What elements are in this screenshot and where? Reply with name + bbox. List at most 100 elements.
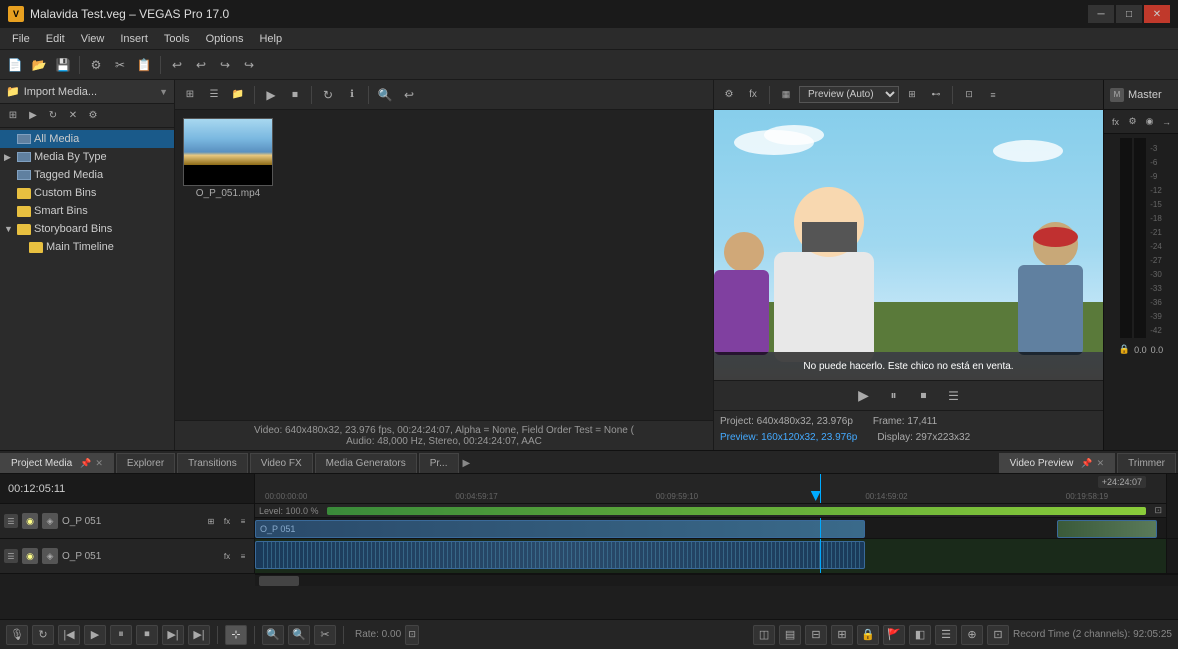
- audio-fx-btn[interactable]: ◈: [42, 548, 58, 564]
- media-props-btn[interactable]: ℹ: [341, 84, 363, 106]
- copy-button[interactable]: 📋: [133, 54, 155, 76]
- media-view-btn1[interactable]: ⊞: [179, 84, 201, 106]
- undo-button[interactable]: ↩: [166, 54, 188, 76]
- audio-expand-btn[interactable]: fx: [220, 549, 234, 563]
- save-button[interactable]: 💾: [52, 54, 74, 76]
- menu-edit[interactable]: Edit: [38, 31, 73, 47]
- trans-zoom-in-btn[interactable]: 🔍: [262, 625, 284, 645]
- video-level-bar[interactable]: [327, 507, 1147, 515]
- close-button[interactable]: ✕: [1144, 5, 1170, 23]
- preview-fx-btn[interactable]: fx: [742, 84, 764, 106]
- hscroll-thumb[interactable]: [259, 576, 299, 586]
- trans-rate-set-btn[interactable]: ⊡: [405, 625, 419, 645]
- trans-prev-btn[interactable]: |◀: [58, 625, 80, 645]
- audio-clip-main[interactable]: [255, 541, 865, 569]
- trans-loop-btn[interactable]: ↻: [32, 625, 54, 645]
- tab-pr[interactable]: Pr...: [419, 453, 459, 473]
- trans-btn-extra3[interactable]: ⊟: [805, 625, 827, 645]
- prev-stop-btn[interactable]: ⏹: [913, 385, 935, 407]
- tree-item-main-timeline[interactable]: Main Timeline: [0, 238, 174, 256]
- tab-video-preview[interactable]: Video Preview 📌 ✕: [999, 453, 1116, 473]
- audio-collapse-btn[interactable]: ☰: [4, 549, 18, 563]
- media-zoom-btn[interactable]: 🔍: [374, 84, 396, 106]
- maximize-button[interactable]: □: [1116, 5, 1142, 23]
- preview-ext-btn[interactable]: ⊡: [958, 84, 980, 106]
- tab-project-media-pin[interactable]: 📌: [80, 458, 91, 469]
- trans-cut-btn[interactable]: ✂: [314, 625, 336, 645]
- preview-grid-btn[interactable]: ⊞: [901, 84, 923, 106]
- trans-btn-extra6[interactable]: 🚩: [883, 625, 905, 645]
- audio-more-btn[interactable]: ≡: [236, 549, 250, 563]
- track-fx2-btn[interactable]: fx: [220, 514, 234, 528]
- trans-play-btn[interactable]: ▶: [84, 625, 106, 645]
- trans-btn-extra1[interactable]: ◫: [753, 625, 775, 645]
- prev-play-btn[interactable]: ▶: [853, 385, 875, 407]
- trans-mic-btn[interactable]: 🎙: [6, 625, 28, 645]
- media-new-bin[interactable]: 📁: [227, 84, 249, 106]
- prev-pause-btn[interactable]: ⏸: [883, 385, 905, 407]
- audio-scroll-right[interactable]: [1166, 539, 1178, 573]
- tab-video-preview-close[interactable]: ✕: [1097, 458, 1105, 469]
- preview-settings-btn[interactable]: ⚙: [718, 84, 740, 106]
- new-button[interactable]: 📄: [4, 54, 26, 76]
- track-scroll-right[interactable]: [1166, 504, 1178, 538]
- tab-project-media[interactable]: Project Media 📌 ✕: [0, 453, 114, 473]
- tree-item-custom-bins[interactable]: Custom Bins: [0, 184, 174, 202]
- trans-btn-extra7[interactable]: ◧: [909, 625, 931, 645]
- trans-btn-extra4[interactable]: ⊞: [831, 625, 853, 645]
- track-fx-btn[interactable]: ◈: [42, 513, 58, 529]
- media-undo-btn[interactable]: ↩: [398, 84, 420, 106]
- preview-snap-btn[interactable]: ⊷: [925, 84, 947, 106]
- timeline-vscroll[interactable]: [1166, 474, 1178, 504]
- menu-insert[interactable]: Insert: [112, 31, 156, 47]
- track-more-btn[interactable]: ≡: [236, 514, 250, 528]
- trans-pause-btn[interactable]: ⏸: [110, 625, 132, 645]
- trans-stop-btn[interactable]: ⏹: [136, 625, 158, 645]
- audio-composite-btn[interactable]: ◉: [22, 548, 38, 564]
- trans-btn-extra8[interactable]: ☰: [935, 625, 957, 645]
- video-clip-main[interactable]: O_P 051: [255, 520, 865, 538]
- trans-cursor-btn[interactable]: ⊹: [225, 625, 247, 645]
- media-tb-btn2[interactable]: ▶: [24, 107, 42, 125]
- timeline-hscroll[interactable]: [255, 574, 1178, 586]
- tab-trimmer[interactable]: Trimmer: [1117, 453, 1176, 473]
- menu-tools[interactable]: Tools: [156, 31, 198, 47]
- tab-video-fx[interactable]: Video FX: [250, 453, 313, 473]
- undo2-button[interactable]: ↩: [190, 54, 212, 76]
- menu-options[interactable]: Options: [198, 31, 252, 47]
- media-thumb-1[interactable]: O_P_051.mp4: [183, 118, 273, 199]
- preview-channel-btn[interactable]: ▦: [775, 84, 797, 106]
- media-stop-btn[interactable]: ⏹: [284, 84, 306, 106]
- trans-next-btn[interactable]: ▶|: [162, 625, 184, 645]
- track-expand-btn[interactable]: ⊞: [204, 514, 218, 528]
- master-fx-btn[interactable]: fx: [1108, 114, 1123, 130]
- open-button[interactable]: 📂: [28, 54, 50, 76]
- redo2-button[interactable]: ↪: [238, 54, 260, 76]
- trans-btn-extra10[interactable]: ⊡: [987, 625, 1009, 645]
- preview-more-btn[interactable]: ≡: [982, 84, 1004, 106]
- menu-view[interactable]: View: [73, 31, 113, 47]
- media-play-btn[interactable]: ▶: [260, 84, 282, 106]
- media-tb-btn1[interactable]: ⊞: [4, 107, 22, 125]
- tree-item-tagged-media[interactable]: Tagged Media: [0, 166, 174, 184]
- tree-item-storyboard-bins[interactable]: ▼ Storyboard Bins: [0, 220, 174, 238]
- tab-media-generators[interactable]: Media Generators: [315, 453, 417, 473]
- media-view-btn2[interactable]: ☰: [203, 84, 225, 106]
- trans-end-btn[interactable]: ▶|: [188, 625, 210, 645]
- media-refresh-btn[interactable]: ↻: [317, 84, 339, 106]
- preview-dropdown[interactable]: Preview (Auto) Preview (Good) Preview (D…: [799, 86, 899, 103]
- media-tb-btn5[interactable]: ⚙: [84, 107, 102, 125]
- trans-zoom-out-btn[interactable]: 🔍: [288, 625, 310, 645]
- tree-item-smart-bins[interactable]: Smart Bins: [0, 202, 174, 220]
- menu-help[interactable]: Help: [251, 31, 290, 47]
- settings-button[interactable]: ⚙: [85, 54, 107, 76]
- tab-explorer[interactable]: Explorer: [116, 453, 175, 473]
- track-composite-btn[interactable]: ◉: [22, 513, 38, 529]
- tab-transitions[interactable]: Transitions: [177, 453, 248, 473]
- track-collapse-btn[interactable]: ☰: [4, 514, 18, 528]
- tree-item-media-by-type[interactable]: ▶ Media By Type: [0, 148, 174, 166]
- panel-dropdown-icon[interactable]: ▼: [159, 87, 168, 97]
- trans-btn-extra5[interactable]: 🔒: [857, 625, 879, 645]
- redo-button[interactable]: ↪: [214, 54, 236, 76]
- cut-button[interactable]: ✂: [109, 54, 131, 76]
